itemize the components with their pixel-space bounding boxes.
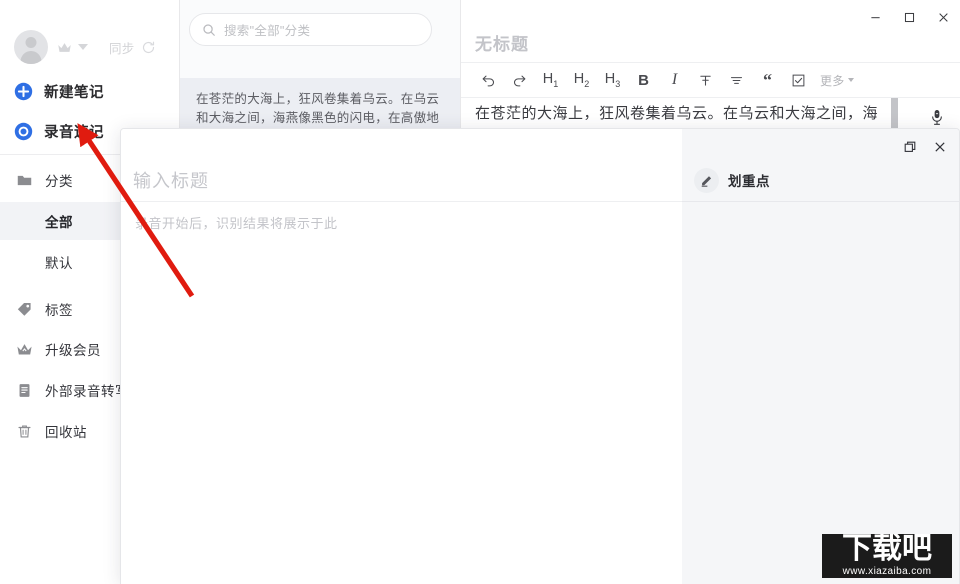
bold-icon: B [638, 71, 649, 89]
search-placeholder: 搜索"全部"分类 [224, 24, 311, 38]
record-circle-icon [14, 122, 33, 140]
minimize-button[interactable] [858, 0, 892, 34]
strikethrough-button[interactable] [690, 63, 721, 97]
folder-icon [17, 175, 32, 185]
heading-1-icon: H1 [542, 71, 559, 89]
highlights-header[interactable]: 划重点 [682, 159, 959, 201]
close-button[interactable] [926, 0, 960, 34]
sidebar-item-label: 标签 [45, 303, 73, 318]
account-row[interactable]: 同步 [14, 28, 156, 66]
dialog-transcript-area: 输入标题 录音开始后，识别结果将展示于此 [121, 129, 682, 584]
microphone-button[interactable] [924, 104, 950, 130]
search-input[interactable]: 搜索"全部"分类 [189, 13, 432, 46]
heading-2-button[interactable]: H2 [566, 63, 597, 97]
maximize-button[interactable] [892, 0, 926, 34]
watermark-url: www.xiazaiba.com [842, 566, 932, 577]
maximize-icon [904, 12, 914, 22]
redo-icon [513, 75, 526, 86]
watermark: 下载吧 www.xiazaiba.com [822, 534, 952, 578]
sync-refresh-icon[interactable] [141, 40, 156, 55]
more-format-label: 更多 [820, 73, 845, 88]
dialog-close-button[interactable] [925, 133, 955, 161]
dialog-title-input[interactable]: 输入标题 [133, 167, 209, 193]
record-note-button[interactable]: 录音速记 [14, 116, 104, 146]
pencil-icon [694, 167, 719, 193]
sync-label: 同步 [109, 41, 135, 56]
tag-icon [17, 302, 31, 316]
crown-icon [17, 343, 32, 354]
app-window: 同步 新建笔记 录音速记 分类 全部 默认 标签 升级会员 外部录音转写 回收站… [0, 0, 960, 584]
close-icon [938, 12, 948, 22]
minimize-icon [870, 16, 880, 18]
dialog-title-divider [121, 201, 682, 202]
checkbox-icon [792, 74, 805, 86]
page-title[interactable]: 无标题 [475, 30, 529, 55]
heading-2-icon: H2 [573, 71, 590, 89]
align-button[interactable] [721, 63, 752, 97]
record-note-label: 录音速记 [44, 124, 104, 141]
chevron-down-icon [847, 78, 854, 82]
highlights-label: 划重点 [728, 174, 770, 189]
new-note-button[interactable]: 新建笔记 [14, 76, 104, 106]
avatar-icon[interactable] [14, 30, 48, 64]
new-note-label: 新建笔记 [44, 84, 104, 101]
close-icon [935, 142, 945, 152]
sidebar-item-label: 回收站 [45, 425, 87, 440]
sidebar-item-label: 升级会员 [45, 343, 101, 358]
restore-window-icon [904, 141, 916, 152]
align-icon [730, 76, 743, 84]
italic-button[interactable]: I [659, 63, 690, 97]
undo-icon [482, 75, 495, 86]
toolbar-divider [461, 97, 960, 98]
heading-3-icon: H3 [604, 71, 621, 89]
highlights-divider [682, 201, 959, 202]
document-icon [19, 383, 30, 397]
heading-3-button[interactable]: H3 [597, 63, 628, 97]
restore-window-button[interactable] [895, 133, 925, 161]
dialog-highlights-panel: 划重点 [682, 129, 959, 584]
watermark-text: 下载吧 [842, 534, 932, 566]
quote-icon: “ [763, 70, 772, 90]
search-icon [203, 23, 215, 36]
sidebar-item-label: 外部录音转写 [45, 384, 129, 399]
window-controls [858, 0, 960, 34]
strikethrough-icon [700, 75, 711, 86]
sidebar-item-label: 分类 [45, 174, 73, 189]
recorder-dialog: 输入标题 录音开始后，识别结果将展示于此 划重点 [120, 128, 960, 584]
redo-button[interactable] [504, 63, 535, 97]
dialog-window-controls [895, 133, 955, 161]
sidebar-item-label: 全部 [45, 215, 73, 230]
bold-button[interactable]: B [628, 63, 659, 97]
more-format-button[interactable]: 更多 [820, 72, 854, 89]
trash-icon [18, 425, 31, 437]
plus-circle-icon [14, 82, 33, 100]
microphone-icon [932, 109, 942, 125]
crown-icon[interactable] [57, 41, 72, 54]
checkbox-button[interactable] [783, 63, 814, 97]
chevron-down-icon[interactable] [78, 44, 88, 50]
editor-body-text[interactable]: 在苍茫的大海上，狂风卷集着乌云。在乌云和大海之间，海 [475, 101, 914, 126]
transcript-hint: 录音开始后，识别结果将展示于此 [135, 216, 338, 231]
format-toolbar: H1 H2 H3 B I “ 更多 [461, 63, 960, 97]
sidebar-item-label: 默认 [45, 256, 73, 271]
heading-1-button[interactable]: H1 [535, 63, 566, 97]
quote-button[interactable]: “ [752, 63, 783, 97]
undo-button[interactable] [473, 63, 504, 97]
italic-icon: I [671, 71, 678, 88]
